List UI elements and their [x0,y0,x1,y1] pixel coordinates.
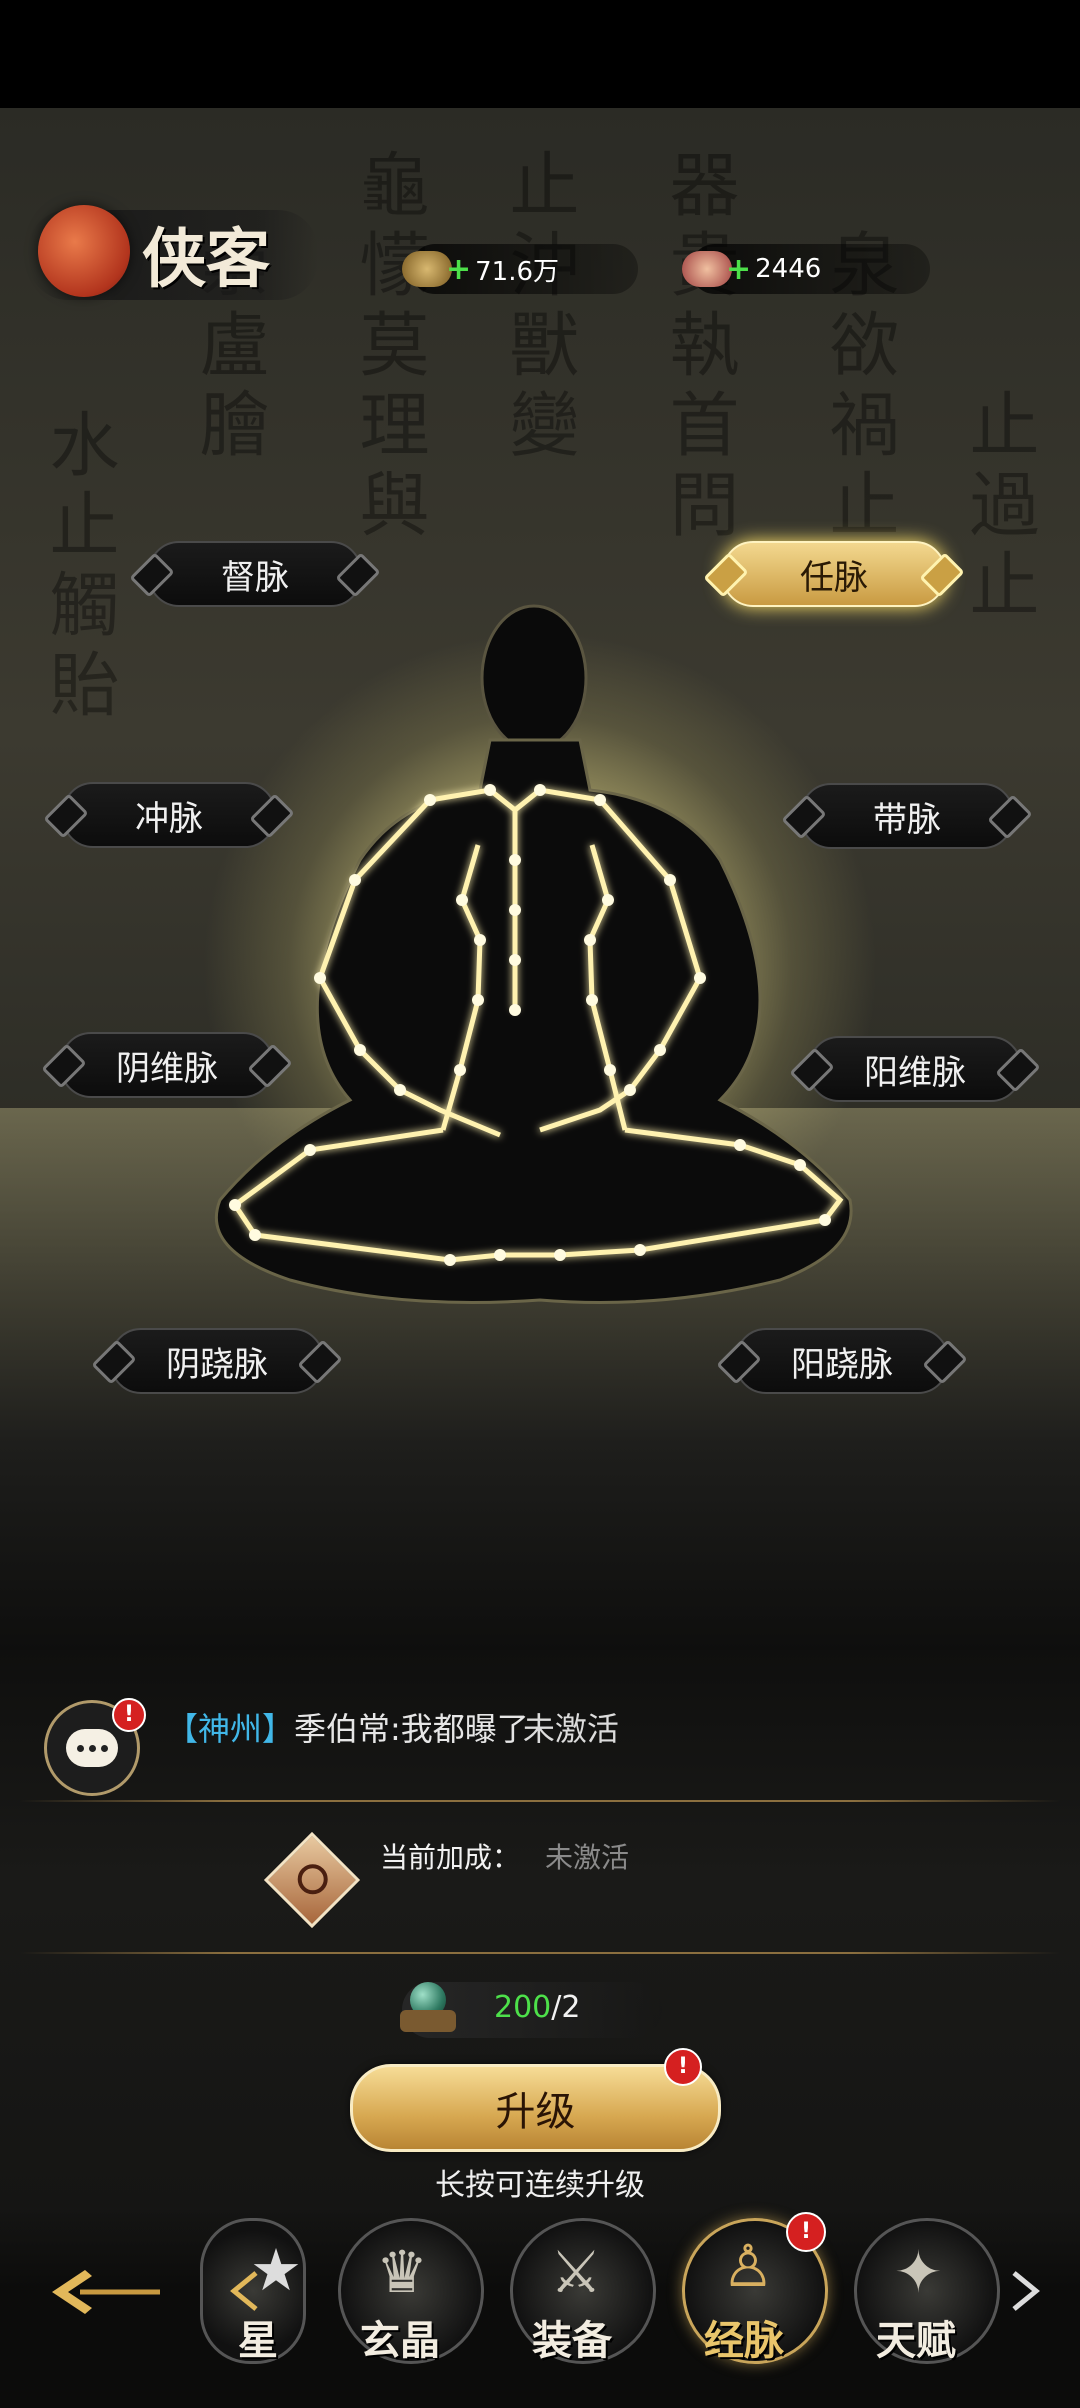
crystal-icon: ♛ [376,2238,428,2306]
currency-coins[interactable]: + 71.6万 [402,244,638,294]
cost-amount: 200/2 [494,1990,580,2025]
background-calligraphy: 龜懞莫理與 [348,148,430,548]
ingots-value: 2446 [755,254,822,284]
spirit-orb-icon [398,1978,458,2038]
meridian-yinqiao-button[interactable]: 阴跷脉 [110,1328,324,1394]
crossed-swords-icon: ⚔ [550,2238,602,2306]
meditating-figure [214,604,853,1304]
meridian-body-icon: ♙ [722,2232,774,2300]
divider [20,1952,1060,1954]
ingot-icon [682,251,732,287]
upgrade-alert-badge: ! [664,2048,702,2086]
chat-bubble-icon [66,1729,118,1767]
add-coins-icon[interactable]: + [446,252,471,287]
meridian-yangwei-button[interactable]: 阳维脉 [808,1036,1022,1102]
bonus-label: 当前加成： [380,1841,521,1874]
talent-orb-icon: ✦ [894,2238,943,2306]
chat-channel: 【神州】 [166,1710,295,1748]
cost-have: 200 [494,1990,552,2025]
tab-equipment-label: 装备 [532,2317,612,2364]
meridian-dai-button[interactable]: 带脉 [800,783,1014,849]
upgrade-button[interactable]: 升级 [350,2064,721,2152]
figure-silhouette [214,604,853,1304]
meridian-yinwei-button[interactable]: 阴维脉 [60,1032,274,1098]
meridian-yangqiao-button[interactable]: 阳跷脉 [735,1328,949,1394]
chat-message[interactable]: 【神州】季伯常:我都曝了未激活 [166,1704,619,1750]
background-calligraphy: 器貴執首問 [658,148,740,548]
bonus-value: 未激活 [545,1841,630,1874]
chevron-right-icon[interactable] [1004,2268,1044,2314]
status-bar [0,0,1080,108]
tab-crystal-label: 玄晶 [360,2317,440,2364]
background-calligraphy: 止過止 [958,388,1040,628]
divider [20,1800,1060,1802]
coin-stack-icon [402,251,452,287]
cost-need: /2 [551,1990,581,2025]
background-calligraphy: 止沖獸變 [498,148,580,468]
chat-message-text: 季伯常:我都曝了 [294,1710,529,1748]
tab-talent-label: 天赋 [876,2317,956,2364]
tab-star-label: 星 [238,2317,278,2364]
back-arrow-icon[interactable] [40,2262,170,2322]
meridian-tab-badge: ! [786,2212,826,2252]
upgrade-hint: 长按可连续升级 [435,2168,645,2203]
meridian-chong-button[interactable]: 冲脉 [62,782,276,848]
page-title: 侠客 [142,222,270,297]
currency-ingots[interactable]: + 2446 [682,244,930,294]
meridian-ren-button[interactable]: 任脉 [722,541,946,607]
chat-alert-badge: ! [112,1698,146,1732]
tab-meridian-label: 经脉 [704,2317,784,2364]
lantern-icon [38,205,130,297]
background-calligraphy: 水止觸貽 [38,408,120,728]
add-ingots-icon[interactable]: + [726,252,751,287]
chat-overlay-status: 未激活 [522,1710,619,1748]
chevron-left-icon[interactable] [226,2268,266,2314]
meridian-du-button[interactable]: 督脉 [148,541,362,607]
coins-value: 71.6万 [475,256,560,287]
